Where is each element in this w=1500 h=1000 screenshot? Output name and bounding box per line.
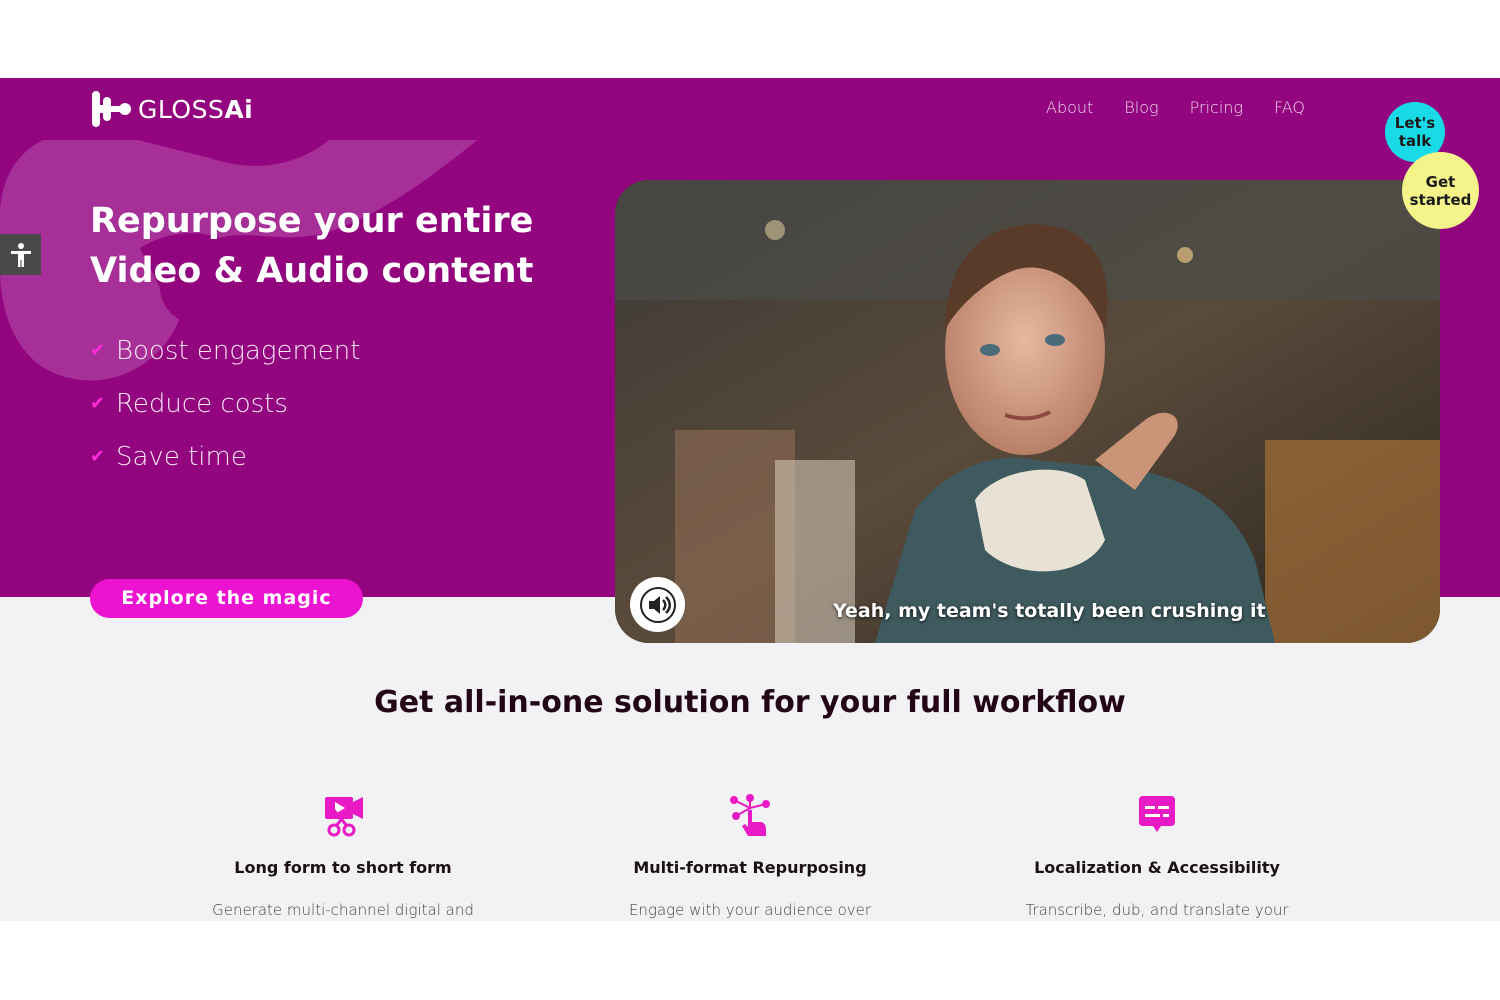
top-navbar: GLOSSAi About Blog Pricing FAQ: [0, 78, 1500, 140]
accessibility-icon: [10, 242, 31, 267]
nav-pricing-link[interactable]: Pricing: [1190, 98, 1243, 117]
nav-faq-link[interactable]: FAQ: [1274, 98, 1305, 117]
hero-title-line2: Video & Audio content: [90, 251, 534, 291]
feature-title: Localization & Accessibility: [1034, 858, 1280, 877]
hero-title-line1: Repurpose your entire: [90, 201, 534, 241]
benefit-item: ✔ Reduce costs: [90, 377, 360, 430]
feature-card: Multi-format Repurposing Engage with you…: [580, 794, 920, 919]
check-icon: ✔: [90, 446, 106, 467]
benefit-list: ✔ Boost engagement ✔ Reduce costs ✔ Save…: [90, 324, 360, 483]
browser-viewport: GLOSSAi About Blog Pricing FAQ Repurpose…: [0, 78, 1500, 921]
benefit-item: ✔ Save time: [90, 430, 360, 483]
speaker-icon: [639, 586, 676, 623]
feature-title: Long form to short form: [234, 858, 452, 877]
nav-links: About Blog Pricing FAQ: [1046, 98, 1336, 117]
nav-blog-link[interactable]: Blog: [1124, 98, 1158, 117]
explore-magic-button[interactable]: Explore the magic: [90, 579, 363, 618]
benefit-item: ✔ Boost engagement: [90, 324, 360, 377]
feature-description: Engage with your audience over: [628, 901, 872, 919]
hero-title: Repurpose your entire Video & Audio cont…: [90, 196, 570, 296]
feature-card: Localization & Accessibility Transcribe,…: [987, 794, 1327, 919]
feature-card: Long form to short form Generate multi-c…: [173, 794, 513, 919]
get-started-button[interactable]: Get started: [1402, 152, 1479, 229]
page: GLOSSAi About Blog Pricing FAQ Repurpose…: [0, 0, 1500, 1000]
benefit-label: Boost engagement: [116, 335, 361, 366]
benefit-label: Save time: [116, 441, 247, 472]
logo-text: GLOSSAi: [138, 94, 254, 124]
hand-network-icon: [730, 794, 770, 836]
mute-toggle-button[interactable]: [630, 577, 685, 632]
hero-video-player[interactable]: Yeah, my team's totally been crushing it: [615, 180, 1440, 643]
video-frame: [615, 180, 1440, 643]
glossai-logo-icon: [92, 91, 131, 127]
glossai-logo[interactable]: GLOSSAi: [90, 90, 253, 128]
video-scissors-icon: [325, 797, 363, 837]
feature-description: Transcribe, dub, and translate your: [1025, 901, 1289, 919]
feature-description: Generate multi-channel digital and: [212, 901, 474, 919]
nav-about-link[interactable]: About: [1046, 98, 1093, 117]
accessibility-button[interactable]: [0, 234, 41, 275]
feature-title: Multi-format Repurposing: [633, 858, 867, 877]
subtitles-chat-icon: [1139, 796, 1175, 832]
benefit-label: Reduce costs: [116, 388, 288, 419]
check-icon: ✔: [90, 393, 106, 414]
video-caption: Yeah, my team's totally been crushing it: [833, 600, 1266, 622]
solutions-title: Get all-in-one solution for your full wo…: [374, 685, 1126, 720]
check-icon: ✔: [90, 340, 106, 361]
